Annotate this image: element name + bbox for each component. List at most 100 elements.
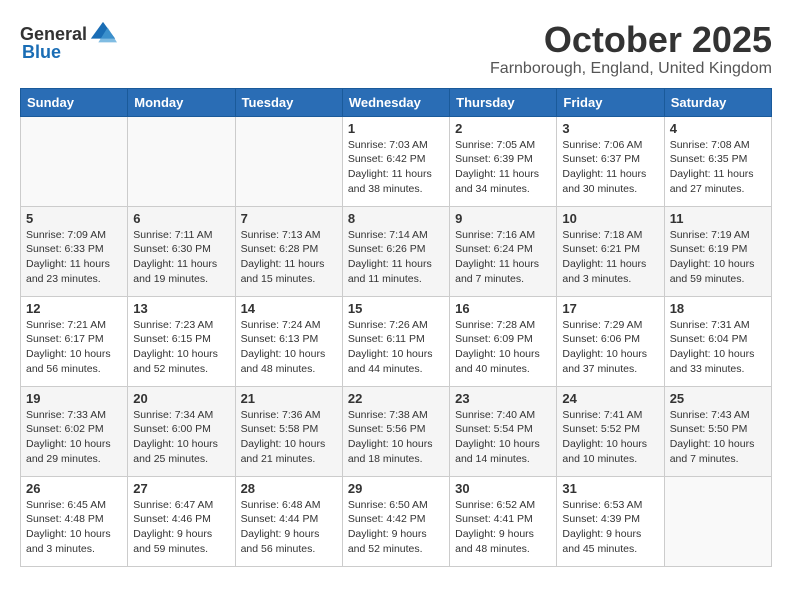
day-number: 10: [562, 211, 658, 226]
day-info: Sunrise: 7:11 AM Sunset: 6:30 PM Dayligh…: [133, 228, 229, 287]
day-info: Sunrise: 6:45 AM Sunset: 4:48 PM Dayligh…: [26, 498, 122, 557]
day-number: 28: [241, 481, 337, 496]
calendar-cell: 2Sunrise: 7:05 AM Sunset: 6:39 PM Daylig…: [450, 116, 557, 206]
day-number: 11: [670, 211, 766, 226]
day-info: Sunrise: 6:53 AM Sunset: 4:39 PM Dayligh…: [562, 498, 658, 557]
day-info: Sunrise: 7:06 AM Sunset: 6:37 PM Dayligh…: [562, 138, 658, 197]
day-info: Sunrise: 7:26 AM Sunset: 6:11 PM Dayligh…: [348, 318, 444, 377]
calendar-week-row: 1Sunrise: 7:03 AM Sunset: 6:42 PM Daylig…: [21, 116, 772, 206]
day-number: 14: [241, 301, 337, 316]
calendar-cell: 13Sunrise: 7:23 AM Sunset: 6:15 PM Dayli…: [128, 296, 235, 386]
calendar-week-row: 19 Sunrise: 7:33 AM Sunset: 6:02 PM Dayli…: [21, 386, 772, 476]
day-info: Sunrise: 7:14 AM Sunset: 6:26 PM Dayligh…: [348, 228, 444, 287]
calendar-cell: 8 Sunrise: 7:14 AM Sunset: 6:26 PM Daylig…: [342, 206, 449, 296]
day-number: 31: [562, 481, 658, 496]
calendar-header: SundayMondayTuesdayWednesdayThursdayFrid…: [21, 88, 772, 116]
calendar-cell: 17 Sunrise: 7:29 AM Sunset: 6:06 PM Dayli…: [557, 296, 664, 386]
day-number: 17: [562, 301, 658, 316]
day-number: 2: [455, 121, 551, 136]
day-number: 6: [133, 211, 229, 226]
day-info: Sunrise: 6:47 AM Sunset: 4:46 PM Dayligh…: [133, 498, 229, 557]
day-number: 24: [562, 391, 658, 406]
calendar-cell: 27 Sunrise: 6:47 AM Sunset: 4:46 PM Dayli…: [128, 476, 235, 566]
day-number: 4: [670, 121, 766, 136]
calendar-cell: 26Sunrise: 6:45 AM Sunset: 4:48 PM Dayli…: [21, 476, 128, 566]
calendar-cell: 29 Sunrise: 6:50 AM Sunset: 4:42 PM Dayli…: [342, 476, 449, 566]
day-number: 18: [670, 301, 766, 316]
day-number: 5: [26, 211, 122, 226]
day-number: 16: [455, 301, 551, 316]
weekday-header: Wednesday: [342, 88, 449, 116]
day-number: 23: [455, 391, 551, 406]
location-title: Farnborough, England, United Kingdom: [490, 60, 772, 78]
calendar-cell: 31 Sunrise: 6:53 AM Sunset: 4:39 PM Dayli…: [557, 476, 664, 566]
calendar-cell: 15Sunrise: 7:26 AM Sunset: 6:11 PM Dayli…: [342, 296, 449, 386]
calendar-cell: 24Sunrise: 7:41 AM Sunset: 5:52 PM Dayli…: [557, 386, 664, 476]
day-number: 27: [133, 481, 229, 496]
day-info: Sunrise: 7:16 AM Sunset: 6:24 PM Dayligh…: [455, 228, 551, 287]
calendar-cell: 5 Sunrise: 7:09 AM Sunset: 6:33 PM Daylig…: [21, 206, 128, 296]
day-number: 1: [348, 121, 444, 136]
logo: General Blue: [20, 20, 117, 63]
day-info: Sunrise: 7:09 AM Sunset: 6:33 PM Dayligh…: [26, 228, 122, 287]
calendar-cell: 19 Sunrise: 7:33 AM Sunset: 6:02 PM Dayli…: [21, 386, 128, 476]
weekday-header: Friday: [557, 88, 664, 116]
day-info: Sunrise: 7:21 AM Sunset: 6:17 PM Dayligh…: [26, 318, 122, 377]
logo-icon: [89, 20, 117, 48]
day-info: Sunrise: 7:18 AM Sunset: 6:21 PM Dayligh…: [562, 228, 658, 287]
month-title: October 2025: [490, 20, 772, 60]
weekday-header: Tuesday: [235, 88, 342, 116]
calendar-cell: 16Sunrise: 7:28 AM Sunset: 6:09 PM Dayli…: [450, 296, 557, 386]
day-number: 7: [241, 211, 337, 226]
day-info: Sunrise: 7:40 AM Sunset: 5:54 PM Dayligh…: [455, 408, 551, 467]
day-info: Sunrise: 6:52 AM Sunset: 4:41 PM Dayligh…: [455, 498, 551, 557]
day-info: Sunrise: 6:48 AM Sunset: 4:44 PM Dayligh…: [241, 498, 337, 557]
day-info: Sunrise: 7:23 AM Sunset: 6:15 PM Dayligh…: [133, 318, 229, 377]
calendar-cell: 1Sunrise: 7:03 AM Sunset: 6:42 PM Daylig…: [342, 116, 449, 206]
calendar-table: SundayMondayTuesdayWednesdayThursdayFrid…: [20, 88, 772, 567]
day-info: Sunrise: 7:33 AM Sunset: 6:02 PM Dayligh…: [26, 408, 122, 467]
weekday-header: Saturday: [664, 88, 771, 116]
calendar-cell: 25 Sunrise: 7:43 AM Sunset: 5:50 PM Dayli…: [664, 386, 771, 476]
calendar-cell: [128, 116, 235, 206]
day-info: Sunrise: 7:34 AM Sunset: 6:00 PM Dayligh…: [133, 408, 229, 467]
day-number: 20: [133, 391, 229, 406]
calendar-cell: 11 Sunrise: 7:19 AM Sunset: 6:19 PM Dayli…: [664, 206, 771, 296]
calendar-cell: 30 Sunrise: 6:52 AM Sunset: 4:41 PM Dayli…: [450, 476, 557, 566]
title-block: October 2025 Farnborough, England, Unite…: [490, 20, 772, 78]
weekday-header: Monday: [128, 88, 235, 116]
day-number: 22: [348, 391, 444, 406]
day-number: 30: [455, 481, 551, 496]
calendar-cell: [664, 476, 771, 566]
day-info: Sunrise: 7:36 AM Sunset: 5:58 PM Dayligh…: [241, 408, 337, 467]
day-number: 21: [241, 391, 337, 406]
calendar-week-row: 12Sunrise: 7:21 AM Sunset: 6:17 PM Dayli…: [21, 296, 772, 386]
calendar-cell: 9Sunrise: 7:16 AM Sunset: 6:24 PM Daylig…: [450, 206, 557, 296]
calendar-cell: 7 Sunrise: 7:13 AM Sunset: 6:28 PM Daylig…: [235, 206, 342, 296]
day-number: 19: [26, 391, 122, 406]
day-info: Sunrise: 7:38 AM Sunset: 5:56 PM Dayligh…: [348, 408, 444, 467]
day-number: 25: [670, 391, 766, 406]
day-info: Sunrise: 7:08 AM Sunset: 6:35 PM Dayligh…: [670, 138, 766, 197]
day-info: Sunrise: 7:24 AM Sunset: 6:13 PM Dayligh…: [241, 318, 337, 377]
day-info: Sunrise: 7:29 AM Sunset: 6:06 PM Dayligh…: [562, 318, 658, 377]
day-info: Sunrise: 7:43 AM Sunset: 5:50 PM Dayligh…: [670, 408, 766, 467]
calendar-cell: 20 Sunrise: 7:34 AM Sunset: 6:00 PM Dayli…: [128, 386, 235, 476]
day-info: Sunrise: 6:50 AM Sunset: 4:42 PM Dayligh…: [348, 498, 444, 557]
day-number: 29: [348, 481, 444, 496]
weekday-header: Sunday: [21, 88, 128, 116]
calendar-cell: 12Sunrise: 7:21 AM Sunset: 6:17 PM Dayli…: [21, 296, 128, 386]
day-info: Sunrise: 7:13 AM Sunset: 6:28 PM Dayligh…: [241, 228, 337, 287]
day-number: 8: [348, 211, 444, 226]
calendar-week-row: 5 Sunrise: 7:09 AM Sunset: 6:33 PM Daylig…: [21, 206, 772, 296]
calendar-cell: [235, 116, 342, 206]
day-info: Sunrise: 7:19 AM Sunset: 6:19 PM Dayligh…: [670, 228, 766, 287]
logo-blue: Blue: [22, 42, 61, 63]
calendar-cell: [21, 116, 128, 206]
calendar-cell: 21 Sunrise: 7:36 AM Sunset: 5:58 PM Dayli…: [235, 386, 342, 476]
page-header: General Blue October 2025 Farnborough, E…: [20, 20, 772, 78]
calendar-cell: 6 Sunrise: 7:11 AM Sunset: 6:30 PM Daylig…: [128, 206, 235, 296]
calendar-cell: 23 Sunrise: 7:40 AM Sunset: 5:54 PM Dayli…: [450, 386, 557, 476]
calendar-cell: 4 Sunrise: 7:08 AM Sunset: 6:35 PM Daylig…: [664, 116, 771, 206]
calendar-week-row: 26Sunrise: 6:45 AM Sunset: 4:48 PM Dayli…: [21, 476, 772, 566]
